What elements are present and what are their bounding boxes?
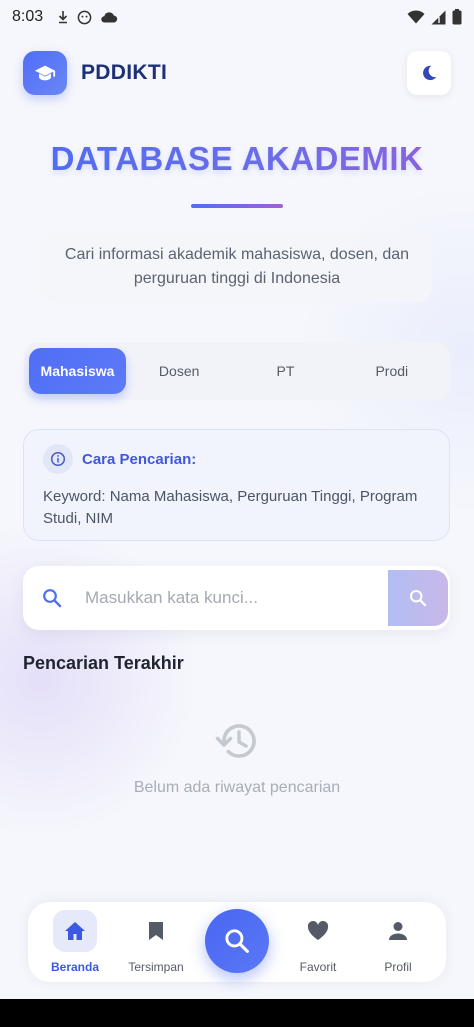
download-icon bbox=[59, 11, 68, 24]
search-category-tabs: Mahasiswa Dosen PT Prodi bbox=[24, 342, 450, 400]
tab-pt[interactable]: PT bbox=[232, 348, 338, 394]
page-title: DATABASE AKADEMIK bbox=[0, 140, 474, 178]
nav-favorit[interactable]: Favorit bbox=[283, 910, 353, 978]
tab-mahasiswa[interactable]: Mahasiswa bbox=[29, 348, 126, 394]
theme-toggle-button[interactable] bbox=[407, 51, 451, 95]
cloud-icon bbox=[101, 12, 118, 23]
tab-dosen[interactable]: Dosen bbox=[126, 348, 232, 394]
nav-label: Beranda bbox=[50, 960, 100, 974]
page-subtitle: Cari informasi akademik mahasiswa, dosen… bbox=[42, 232, 432, 302]
nav-label: Favorit bbox=[299, 960, 337, 974]
heart-icon bbox=[307, 921, 329, 940]
nav-beranda[interactable]: Beranda bbox=[40, 910, 110, 978]
search-help-card: Cara Pencarian: Keyword: Nama Mahasiswa,… bbox=[23, 429, 450, 541]
nav-profil[interactable]: Profil bbox=[363, 910, 433, 978]
system-nav-bar bbox=[0, 999, 474, 1027]
search-bar bbox=[23, 566, 450, 630]
search-icon bbox=[23, 588, 81, 608]
graduation-cap-icon bbox=[34, 65, 56, 81]
signal-icon bbox=[431, 10, 446, 24]
nav-label: Tersimpan bbox=[128, 960, 184, 974]
person-icon bbox=[389, 922, 407, 940]
home-icon bbox=[65, 922, 85, 940]
app-header: PDDIKTI bbox=[23, 50, 451, 96]
status-bar: 8:03 bbox=[0, 0, 474, 34]
app-title: PDDIKTI bbox=[81, 61, 168, 84]
wifi-icon bbox=[407, 10, 425, 24]
battery-icon bbox=[452, 9, 462, 25]
search-submit-button[interactable] bbox=[388, 570, 448, 626]
search-fab-button[interactable] bbox=[205, 909, 269, 973]
bookmark-icon bbox=[149, 922, 163, 940]
tab-prodi[interactable]: Prodi bbox=[339, 348, 445, 394]
face-icon bbox=[77, 10, 92, 24]
status-time: 8:03 bbox=[12, 8, 44, 25]
search-icon bbox=[225, 929, 249, 953]
app-logo bbox=[23, 51, 67, 95]
title-underline bbox=[191, 204, 283, 208]
help-title: Cara Pencarian: bbox=[82, 450, 197, 468]
history-icon bbox=[215, 724, 256, 758]
help-text: Keyword: Nama Mahasiswa, Perguruan Tingg… bbox=[43, 488, 418, 527]
search-input[interactable] bbox=[81, 566, 388, 630]
nav-tersimpan[interactable]: Tersimpan bbox=[121, 910, 191, 978]
nav-label: Profil bbox=[384, 960, 412, 974]
moon-icon bbox=[423, 65, 437, 81]
search-icon bbox=[409, 589, 427, 607]
recent-searches-title: Pencarian Terakhir bbox=[23, 653, 184, 673]
empty-history-text: Belum ada riwayat pencarian bbox=[133, 779, 341, 796]
info-icon bbox=[43, 444, 73, 474]
